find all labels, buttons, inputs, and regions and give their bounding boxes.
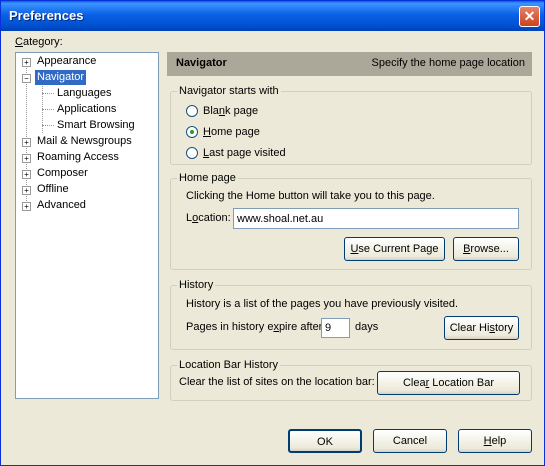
category-label: Category:	[15, 36, 63, 48]
title-bar[interactable]: Preferences ✕	[1, 1, 544, 31]
close-button[interactable]: ✕	[519, 6, 540, 27]
tree-item-languages[interactable]: Languages	[57, 86, 111, 101]
days-input[interactable]	[321, 318, 350, 338]
radio-blank-page[interactable]	[186, 105, 198, 117]
preferences-window: Preferences ✕ Category: + Appearance − N…	[0, 0, 545, 466]
location-input[interactable]	[233, 208, 519, 229]
panel-header: Navigator Specify the home page location	[167, 52, 532, 76]
radio-last-page[interactable]	[186, 147, 198, 159]
tree-item-smart-browsing[interactable]: Smart Browsing	[57, 118, 135, 133]
ok-button[interactable]: OK	[288, 429, 362, 453]
clear-history-button[interactable]: Clear History	[444, 316, 519, 340]
tree-item-navigator[interactable]: Navigator	[35, 70, 87, 85]
homepage-legend: Home page	[177, 172, 238, 184]
collapse-icon[interactable]: −	[22, 74, 31, 83]
window-title: Preferences	[9, 8, 84, 23]
help-button[interactable]: Help	[458, 429, 532, 453]
history-legend: History	[177, 279, 216, 291]
location-bar-legend: Location Bar History	[177, 359, 281, 371]
tree-item-composer[interactable]: Composer	[37, 166, 88, 181]
tree-item-roaming[interactable]: Roaming Access	[37, 150, 119, 165]
panel-subtitle: Specify the home page location	[371, 57, 526, 69]
clear-location-bar-button[interactable]: Clear Location Bar	[377, 371, 520, 395]
expand-icon[interactable]: +	[22, 202, 31, 211]
expand-icon[interactable]: +	[22, 58, 31, 67]
cancel-button[interactable]: Cancel	[373, 429, 447, 453]
tree-item-applications[interactable]: Applications	[57, 102, 116, 117]
tree-item-mail[interactable]: Mail & Newsgroups	[37, 134, 132, 149]
tree-item-appearance[interactable]: Appearance	[37, 54, 96, 69]
radio-home-label[interactable]: Home page	[203, 126, 260, 138]
starts-with-legend: Navigator starts with	[177, 85, 281, 97]
radio-last-label[interactable]: Last page visited	[203, 147, 286, 159]
expire-label: Pages in history expire after:	[186, 321, 326, 333]
days-label: days	[355, 321, 379, 333]
radio-home-page[interactable]	[186, 126, 198, 138]
location-bar-description: Clear the list of sites on the location …	[179, 376, 375, 388]
tree-item-advanced[interactable]: Advanced	[37, 198, 86, 213]
category-tree[interactable]: + Appearance − Navigator Languages Appli…	[15, 52, 159, 399]
expand-icon[interactable]: +	[22, 138, 31, 147]
radio-blank-label[interactable]: Blank page	[203, 105, 258, 117]
expand-icon[interactable]: +	[22, 170, 31, 179]
tree-item-offline[interactable]: Offline	[37, 182, 69, 197]
homepage-description: Clicking the Home button will take you t…	[186, 190, 435, 202]
use-current-page-button[interactable]: Use Current Page	[344, 237, 445, 261]
browse-button[interactable]: Browse...	[453, 237, 519, 261]
expand-icon[interactable]: +	[22, 186, 31, 195]
expand-icon[interactable]: +	[22, 154, 31, 163]
history-description: History is a list of the pages you have …	[186, 298, 459, 310]
panel-title: Navigator	[176, 57, 227, 69]
location-label: Location:	[186, 212, 231, 224]
